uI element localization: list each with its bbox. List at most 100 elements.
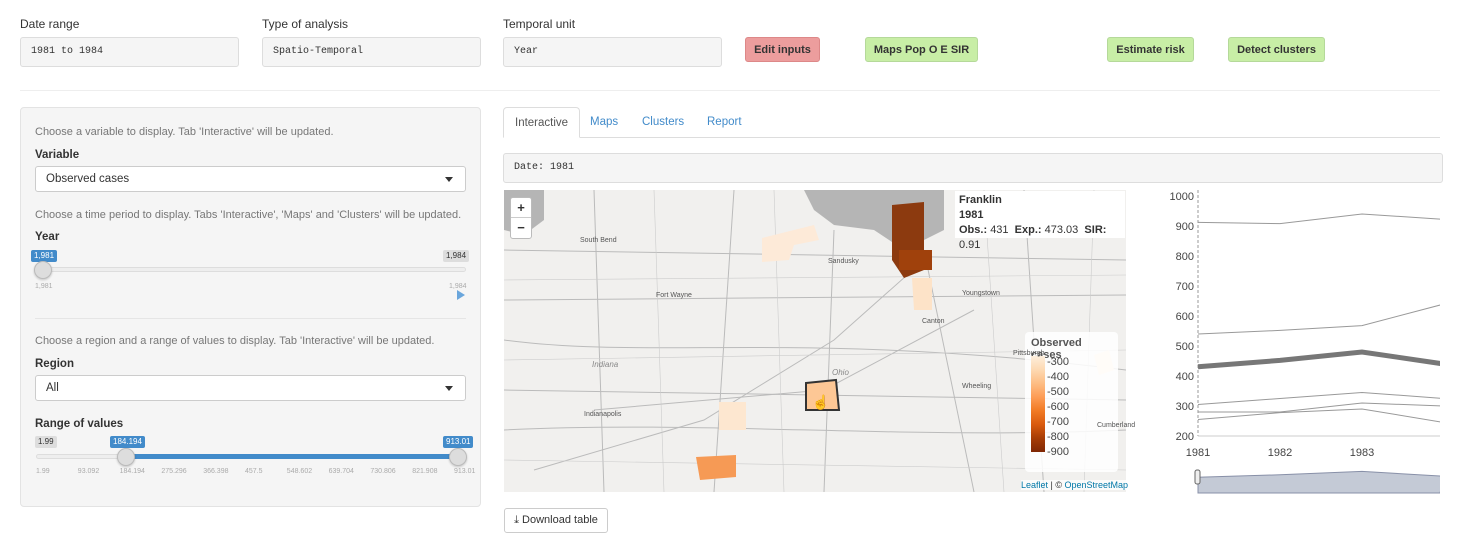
legend-tick: -400: [1047, 371, 1070, 383]
y-tick-label: 900: [1176, 221, 1194, 233]
chevron-down-icon: [445, 177, 453, 182]
tab-clusters[interactable]: Clusters: [631, 107, 695, 138]
city-label: Pittsburgh: [1013, 350, 1045, 357]
download-table-button[interactable]: ⤓ Download table: [504, 508, 608, 533]
city-label: Fort Wayne: [656, 292, 692, 299]
range-tick: 1.99: [36, 468, 50, 475]
y-tick-label: 300: [1176, 401, 1194, 413]
popup-name: Franklin: [959, 194, 1002, 206]
series-line-region-6[interactable]: [1197, 408, 1440, 423]
variable-select[interactable]: Observed cases: [35, 166, 466, 192]
range-tick: 184.194: [119, 468, 145, 475]
y-tick-label: 700: [1176, 281, 1194, 293]
year-max-tag: 1,984: [443, 250, 470, 262]
x-tick-label: 1983: [1350, 447, 1374, 459]
play-icon[interactable]: [457, 290, 465, 300]
zoom-out-button[interactable]: −: [511, 218, 531, 238]
temporal-unit-field[interactable]: Year: [503, 37, 722, 67]
popup-year: 1981: [959, 209, 984, 221]
series-line-region-2[interactable]: [1197, 304, 1440, 335]
tab-maps[interactable]: Maps: [579, 107, 629, 138]
y-tick-label: 500: [1176, 341, 1194, 353]
legend-tick: -700: [1047, 416, 1070, 428]
time-series-chart[interactable]: 1000 900 800 700 600 500 400 300 200 1981 1982 1983: [1160, 185, 1440, 495]
download-label: Download table: [522, 514, 598, 526]
leaflet-link[interactable]: Leaflet: [1021, 480, 1048, 490]
divider: [35, 318, 466, 319]
legend-colorbar: [1031, 356, 1045, 452]
estimate-risk-button[interactable]: Estimate risk: [1107, 37, 1194, 62]
info-popup: Franklin 1981 Obs.: 431 Exp.: 473.03 SIR…: [955, 191, 1125, 251]
city-label: Cumberland: [1097, 422, 1136, 429]
exp-label: Exp.:: [1014, 224, 1042, 236]
y-tick-label: 400: [1176, 371, 1194, 383]
tab-report[interactable]: Report: [696, 107, 753, 138]
obs-label: Obs.:: [959, 224, 988, 236]
range-ticks: 1.99 93.092 184.194 275.296 366.398 457.5 548.…: [20, 468, 480, 480]
city-label: Sandusky: [828, 258, 859, 265]
osm-link[interactable]: OpenStreetMap: [1065, 480, 1129, 490]
range-high-handle[interactable]: [449, 448, 467, 466]
analysis-type-label: Type of analysis: [262, 17, 349, 31]
sir-value: 0.91: [959, 239, 981, 251]
maps-button[interactable]: Maps Pop O E SIR: [865, 37, 978, 62]
hand-cursor-icon: ☝: [812, 394, 830, 410]
variable-value: Observed cases: [46, 173, 130, 185]
y-tick-label: 1000: [1170, 191, 1194, 203]
y-tick-label: 200: [1176, 431, 1194, 443]
y-tick-label: 600: [1176, 311, 1194, 323]
exp-value: 473.03: [1044, 224, 1079, 236]
zoom-in-button[interactable]: +: [511, 198, 531, 218]
city-label: Indianapolis: [584, 411, 622, 418]
year-slider-handle[interactable]: [34, 261, 52, 279]
series-line-region-1[interactable]: [1197, 213, 1440, 225]
legend-tick: -800: [1047, 431, 1070, 443]
city-label: Wheeling: [962, 383, 992, 390]
date-range-label: Date range: [20, 17, 80, 31]
variable-label: Variable: [35, 149, 80, 161]
range-tick: 93.092: [77, 468, 100, 475]
range-tick: 457.5: [245, 468, 263, 475]
attribution-sep: | ©: [1048, 480, 1065, 490]
range-high-tag: 913.01: [443, 436, 474, 448]
region-select[interactable]: All: [35, 375, 466, 401]
obs-value: 431: [990, 224, 1009, 236]
range-tick: 913.01: [454, 468, 476, 475]
range-tick: 639.704: [328, 468, 354, 475]
variable-help: Choose a variable to display. Tab 'Inter…: [35, 126, 334, 138]
range-selector-area[interactable]: [1197, 470, 1440, 494]
analysis-type-field[interactable]: Spatio-Temporal: [262, 37, 481, 67]
legend-ticks: -300 -400 -500 -600 -700 -800 -900: [1047, 356, 1107, 458]
city-label: South Bend: [580, 237, 617, 244]
x-tick-label: 1981: [1186, 447, 1210, 459]
legend-tick: -600: [1047, 401, 1070, 413]
temporal-unit-label: Temporal unit: [503, 17, 576, 31]
region-label: Region: [35, 358, 74, 370]
range-tick: 275.296: [161, 468, 187, 475]
series-line-region-4[interactable]: [1197, 391, 1440, 405]
year-slider-track[interactable]: [36, 267, 466, 272]
range-low-handle[interactable]: [117, 448, 135, 466]
range-slider-fill: [126, 454, 458, 459]
legend-tick: -500: [1047, 386, 1070, 398]
range-low-tag: 184.194: [110, 436, 145, 448]
chevron-down-icon: [445, 386, 453, 391]
year-help: Choose a time period to display. Tabs 'I…: [35, 209, 462, 221]
range-min-tag: 1.99: [35, 436, 57, 448]
attribution: Leaflet | © OpenStreetMap: [1021, 480, 1129, 490]
range-tick: 730.806: [370, 468, 396, 475]
year-min-tick: 1,981: [35, 283, 53, 290]
city-label: Indiana: [592, 360, 619, 369]
date-range-field[interactable]: 1981 to 1984: [20, 37, 239, 67]
legend-tick: -300: [1047, 356, 1070, 368]
range-label: Range of values: [35, 418, 124, 430]
series-line-Franklin[interactable]: [1197, 349, 1440, 370]
tab-interactive[interactable]: Interactive: [503, 107, 581, 138]
region-value: All: [46, 382, 59, 394]
range-tick: 366.398: [203, 468, 229, 475]
range-selector-handle[interactable]: [1194, 469, 1201, 485]
sir-label: SIR:: [1084, 224, 1107, 236]
range-tick: 548.602: [286, 468, 313, 475]
detect-clusters-button[interactable]: Detect clusters: [1228, 37, 1325, 62]
edit-inputs-button[interactable]: Edit inputs: [745, 37, 820, 62]
